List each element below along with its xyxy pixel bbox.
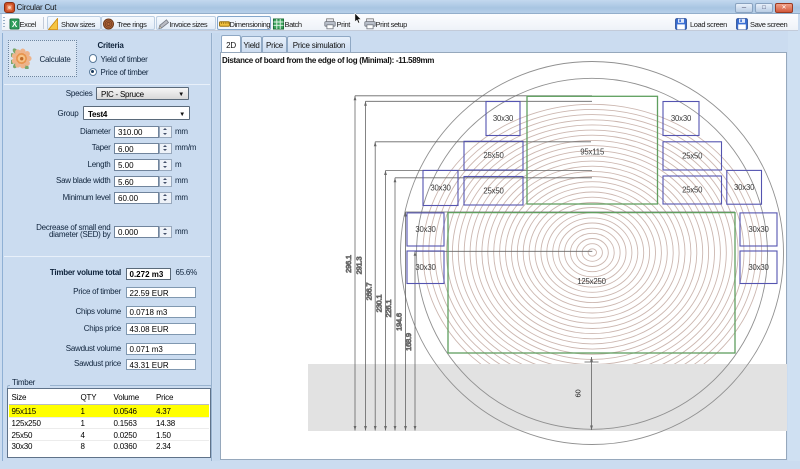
svg-text:X: X <box>12 20 18 29</box>
